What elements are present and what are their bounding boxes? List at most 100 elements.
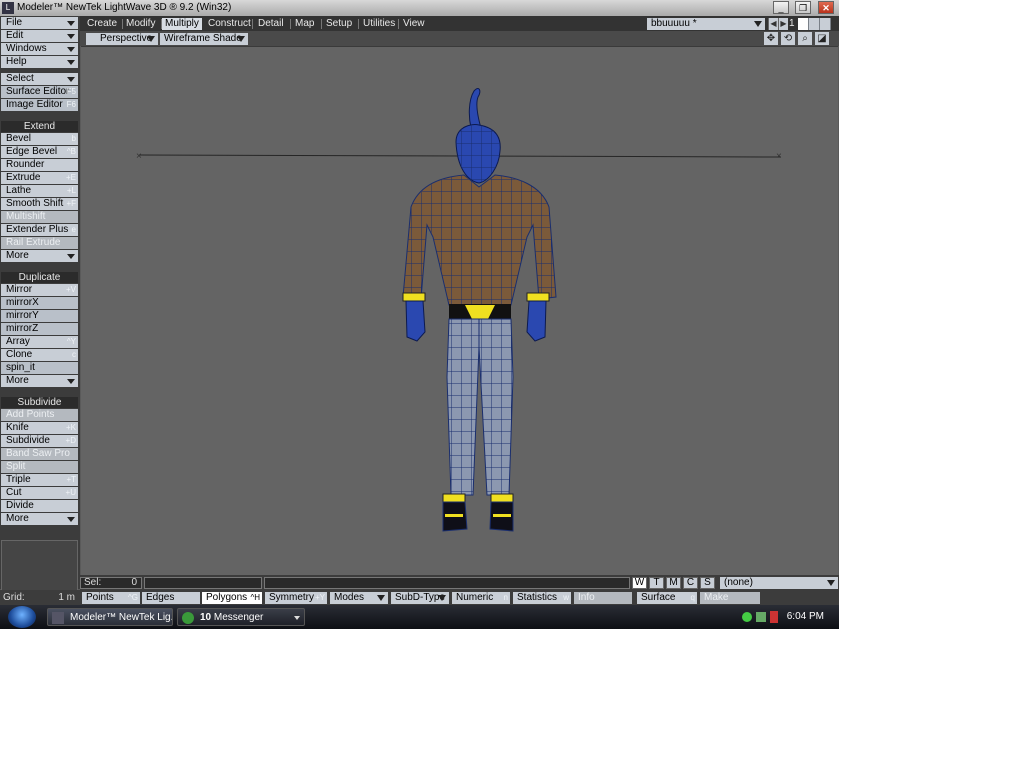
add-points-button[interactable]: Add Points <box>1 409 78 421</box>
surface-button[interactable]: Surface q <box>637 592 697 604</box>
info-label: Info <box>578 592 595 603</box>
viewport-canvas[interactable]: × × <box>81 47 838 576</box>
mirrory-button[interactable]: mirrorY <box>1 310 78 322</box>
knife-button[interactable]: Knife +K <box>1 422 78 434</box>
split-button[interactable]: Split <box>1 461 78 473</box>
shortcut-label: +U <box>65 488 76 497</box>
mirrorx-button[interactable]: mirrorX <box>1 297 78 309</box>
surface-editor-button[interactable]: Surface Editor F5 <box>1 86 78 98</box>
mirror-button[interactable]: Mirror +V <box>1 284 78 296</box>
maximize-button[interactable]: ❐ <box>795 1 811 14</box>
duplicate-more-menu[interactable]: More <box>1 375 78 387</box>
move-view-icon[interactable]: ✥ <box>764 32 778 45</box>
polygons-mode-button[interactable]: Polygons ^H <box>202 592 262 604</box>
clock[interactable]: 6:04 PM <box>787 608 824 626</box>
triple-button[interactable]: Triple +T <box>1 474 78 486</box>
title-bar[interactable]: L Modeler™ NewTek LightWave 3D ® 9.2 (Wi… <box>0 0 839 16</box>
rail-extrude-button[interactable]: Rail Extrude <box>1 237 78 249</box>
tab-setup[interactable]: Setup <box>323 18 355 30</box>
chevron-down-icon <box>294 616 300 620</box>
minimize-button[interactable]: _ <box>773 1 789 14</box>
mirrorz-button[interactable]: mirrorZ <box>1 323 78 335</box>
messenger-tray-icon[interactable] <box>742 612 752 622</box>
spin-it-button[interactable]: spin_it <box>1 362 78 374</box>
zoom-view-icon[interactable]: ⌕ <box>798 32 812 45</box>
rounder-button[interactable]: Rounder <box>1 159 78 171</box>
file-menu[interactable]: File <box>1 17 78 29</box>
subd-type-dropdown[interactable]: SubD-Type <box>391 592 449 604</box>
rotate-view-icon[interactable]: ⟲ <box>781 32 795 45</box>
view-type-dropdown[interactable]: Perspective <box>86 33 158 45</box>
close-button[interactable]: ✕ <box>818 1 834 14</box>
image-editor-button[interactable]: Image Editor F6 <box>1 99 78 111</box>
app-logo-icon: L <box>2 2 14 14</box>
selection-set-toggle[interactable]: S <box>700 577 715 589</box>
object-select-dropdown[interactable]: bbuuuuu * <box>647 18 765 30</box>
maximize-viewport-icon[interactable]: ◪ <box>815 32 829 45</box>
edge-bevel-label: Edge Bevel <box>6 146 58 157</box>
cut-button[interactable]: Cut +U <box>1 487 78 499</box>
symmetry-button[interactable]: Symmetry +Y <box>265 592 327 604</box>
texture-map-toggle[interactable]: T <box>649 577 664 589</box>
edges-mode-button[interactable]: Edges <box>142 592 200 604</box>
next-object-arrow-icon[interactable]: ▶ <box>778 18 788 30</box>
chevron-down-icon <box>67 254 75 259</box>
clone-button[interactable]: Clone c <box>1 349 78 361</box>
band-saw-pro-button[interactable]: Band Saw Pro <box>1 448 78 460</box>
divide-button[interactable]: Divide <box>1 500 78 512</box>
subdivide-more-menu[interactable]: More <box>1 513 78 525</box>
extrude-button[interactable]: Extrude +E <box>1 172 78 184</box>
points-mode-button[interactable]: Points ^G <box>82 592 140 604</box>
lathe-button[interactable]: Lathe +L <box>1 185 78 197</box>
chevron-down-icon <box>67 47 75 52</box>
tab-modify[interactable]: Modify <box>123 18 158 30</box>
selection-info-bar: Sel: 0 W T M C S (none) <box>80 575 839 590</box>
character-model[interactable] <box>402 88 557 532</box>
edit-menu[interactable]: Edit <box>1 30 78 42</box>
layer-button-3[interactable] <box>820 18 831 30</box>
array-button[interactable]: Array ^Y <box>1 336 78 348</box>
mirror-label: Mirror <box>6 284 33 295</box>
viewport-perspective[interactable]: × × <box>81 46 838 576</box>
tab-detail[interactable]: Detail <box>255 18 287 30</box>
windows-menu[interactable]: Windows <box>1 43 78 55</box>
tab-separator <box>358 19 359 29</box>
extender-plus-button[interactable]: Extender Plus e <box>1 224 78 236</box>
tab-multiply[interactable]: Multiply <box>162 18 202 30</box>
messenger-label: Messenger <box>213 612 264 623</box>
modes-dropdown[interactable]: Modes <box>330 592 388 604</box>
make-button[interactable]: Make <box>700 592 760 604</box>
smooth-shift-button[interactable]: Smooth Shift +F <box>1 198 78 210</box>
color-map-toggle[interactable]: C <box>683 577 698 589</box>
windows-taskbar: Modeler™ NewTek Lig... 10 Messenger 6:04… <box>0 605 839 629</box>
network-tray-icon[interactable] <box>756 612 766 622</box>
tab-view[interactable]: View <box>400 18 428 30</box>
weight-map-toggle[interactable]: W <box>632 577 647 589</box>
info-button[interactable]: Info <box>574 592 632 604</box>
select-menu[interactable]: Select <box>1 73 78 85</box>
layer-button-2[interactable] <box>809 18 820 30</box>
help-menu[interactable]: Help <box>1 56 78 68</box>
subdivide-button[interactable]: Subdivide +D <box>1 435 78 447</box>
multishift-button[interactable]: Multishift <box>1 211 78 223</box>
extend-more-menu[interactable]: More <box>1 250 78 262</box>
tab-construct[interactable]: Construct <box>205 18 254 30</box>
tab-map[interactable]: Map <box>292 18 317 30</box>
bevel-button[interactable]: Bevel b <box>1 133 78 145</box>
morph-map-toggle[interactable]: M <box>666 577 681 589</box>
tab-utilities[interactable]: Utilities <box>360 18 398 30</box>
tab-create[interactable]: Create <box>84 18 120 30</box>
taskbar-item-modeler[interactable]: Modeler™ NewTek Lig... <box>47 608 173 626</box>
volume-tray-icon[interactable] <box>770 611 778 623</box>
vmap-select-dropdown[interactable]: (none) <box>720 577 838 589</box>
numeric-button[interactable]: Numeric n <box>452 592 510 604</box>
image-editor-label: Image Editor <box>6 99 63 110</box>
taskbar-item-messenger[interactable]: 10 Messenger <box>177 608 305 626</box>
start-button-icon[interactable] <box>8 606 36 628</box>
shading-mode-dropdown[interactable]: Wireframe Shade <box>160 33 248 45</box>
edge-bevel-button[interactable]: Edge Bevel ^B <box>1 146 78 158</box>
statistics-button[interactable]: Statistics w <box>513 592 571 604</box>
model-right-boot-stripe <box>493 514 511 517</box>
layer-button-1[interactable] <box>798 18 809 30</box>
prev-object-arrow-icon[interactable]: ◀ <box>768 18 778 30</box>
